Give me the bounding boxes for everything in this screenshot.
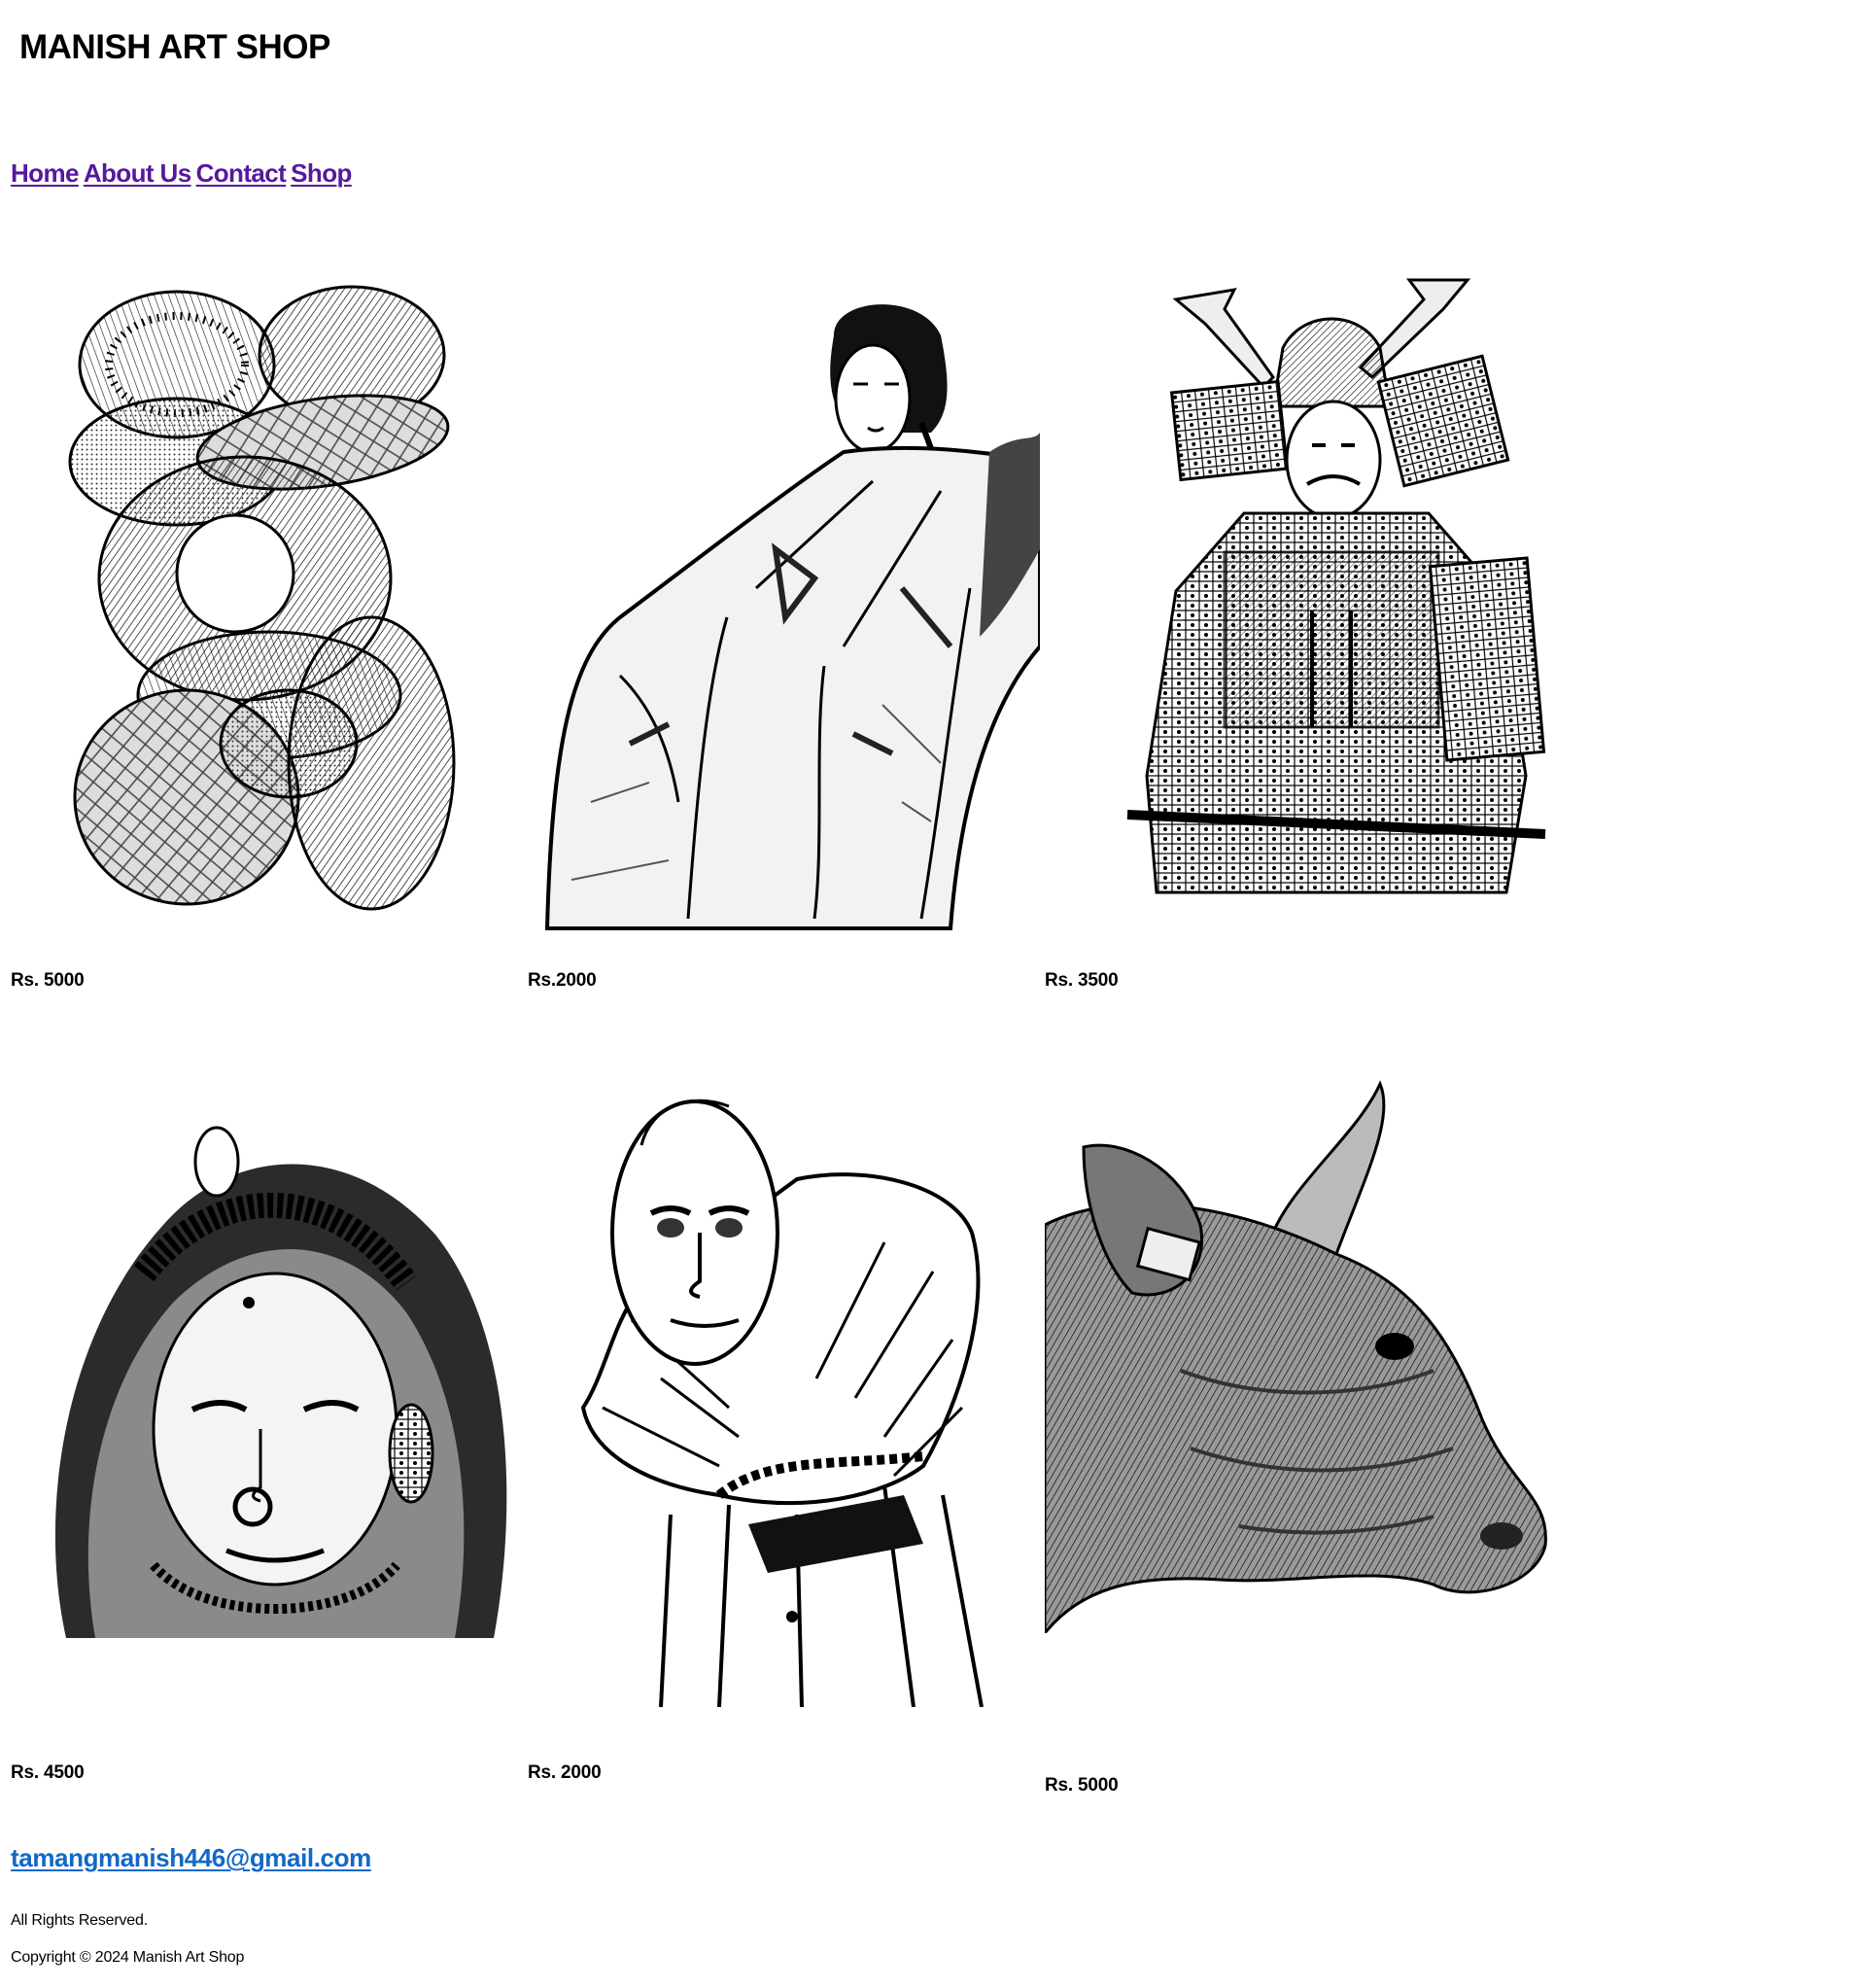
nav-home-link[interactable]: Home bbox=[11, 158, 79, 189]
seated-woman-sketch-image bbox=[544, 304, 1040, 930]
seated-woman-sketch-artwork[interactable] bbox=[533, 296, 1040, 933]
samurai-armor-sketch-artwork[interactable] bbox=[1118, 270, 1551, 912]
main-nav: Home About Us Contact Shop bbox=[11, 158, 352, 189]
product-price: Rs.2000 bbox=[528, 970, 597, 991]
old-man-ruff-collar-image bbox=[580, 1099, 984, 1707]
product-price: Rs. 2000 bbox=[528, 1762, 602, 1783]
contact-email-link[interactable]: tamangmanish446@gmail.com bbox=[11, 1843, 371, 1873]
nav-shop-link[interactable]: Shop bbox=[291, 158, 352, 189]
product-price: Rs. 5000 bbox=[1045, 1775, 1119, 1796]
nav-contact-link[interactable]: Contact bbox=[196, 158, 287, 189]
bull-head-crosshatch-artwork[interactable] bbox=[1045, 1079, 1550, 1633]
old-man-ruff-collar-sketch-artwork[interactable] bbox=[573, 1087, 1001, 1707]
woman-with-nose-ring-image bbox=[54, 1126, 507, 1638]
site-title: MANISH ART SHOP bbox=[19, 28, 330, 66]
abstract-linework-artwork[interactable] bbox=[60, 277, 468, 919]
product-price: Rs. 3500 bbox=[1045, 970, 1119, 991]
woman-with-nose-ring-ink-artwork[interactable] bbox=[27, 1118, 518, 1638]
product-price: Rs. 5000 bbox=[11, 970, 85, 991]
bull-head-crosshatch-image bbox=[1045, 1080, 1547, 1633]
footer-copyright: Copyright © 2024 Manish Art Shop bbox=[11, 1949, 245, 1966]
abstract-linework-image bbox=[68, 285, 456, 911]
samurai-armor-sketch-image bbox=[1126, 278, 1546, 894]
nav-about-us-link[interactable]: About Us bbox=[84, 158, 191, 189]
product-price: Rs. 4500 bbox=[11, 1762, 85, 1783]
footer-rights: All Rights Reserved. bbox=[11, 1912, 148, 1929]
